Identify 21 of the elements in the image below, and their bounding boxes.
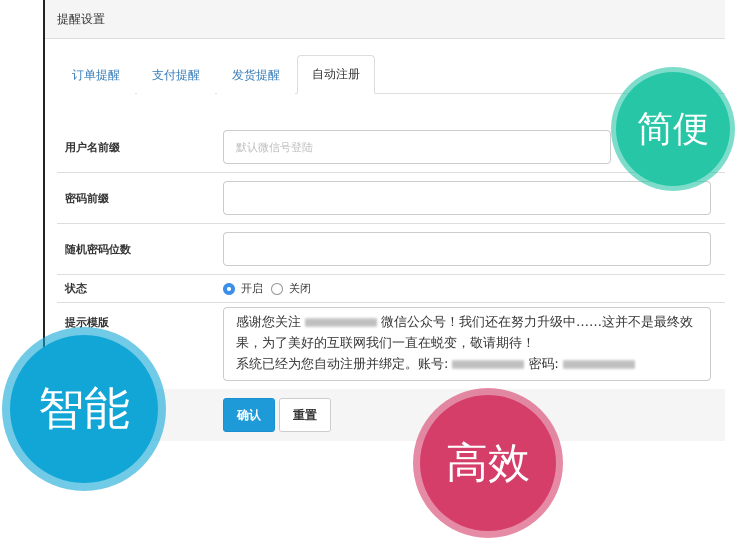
reset-button[interactable]: 重置 (279, 398, 331, 432)
panel-title: 提醒设置 (57, 10, 105, 28)
simple-badge: 简便 (616, 72, 730, 186)
field-label: 随机密码位数 (64, 242, 132, 256)
tab[interactable]: 自动注册 (297, 55, 375, 94)
radio-option[interactable]: 开启 (223, 281, 263, 296)
field-label: 状态 (64, 281, 88, 296)
radio-option[interactable]: 关闭 (271, 281, 311, 296)
input-field[interactable]: 默认微信号登陆 (223, 130, 611, 164)
field-label: 提示模版 (64, 315, 110, 330)
smart-badge: 智能 (10, 335, 158, 483)
radio-label: 开启 (241, 281, 263, 296)
field-label: 密码前缀 (64, 190, 110, 206)
message-field[interactable]: 感谢您关注 微信公众号！我们还在努力升级中……这并不是最终效 果，为了美好的互联网我们一直在蜕变，敬请期待！ 系统已经为您自动注册并绑定。账号: 密码: (223, 307, 711, 381)
radio-icon[interactable] (223, 282, 235, 294)
input-field[interactable] (223, 232, 711, 266)
input-field[interactable] (223, 181, 711, 215)
radio-label: 关闭 (289, 281, 311, 296)
efficient-badge: 高效 (420, 395, 556, 531)
radio-icon[interactable] (271, 282, 283, 294)
field-label: 用户名前缀 (64, 140, 121, 154)
